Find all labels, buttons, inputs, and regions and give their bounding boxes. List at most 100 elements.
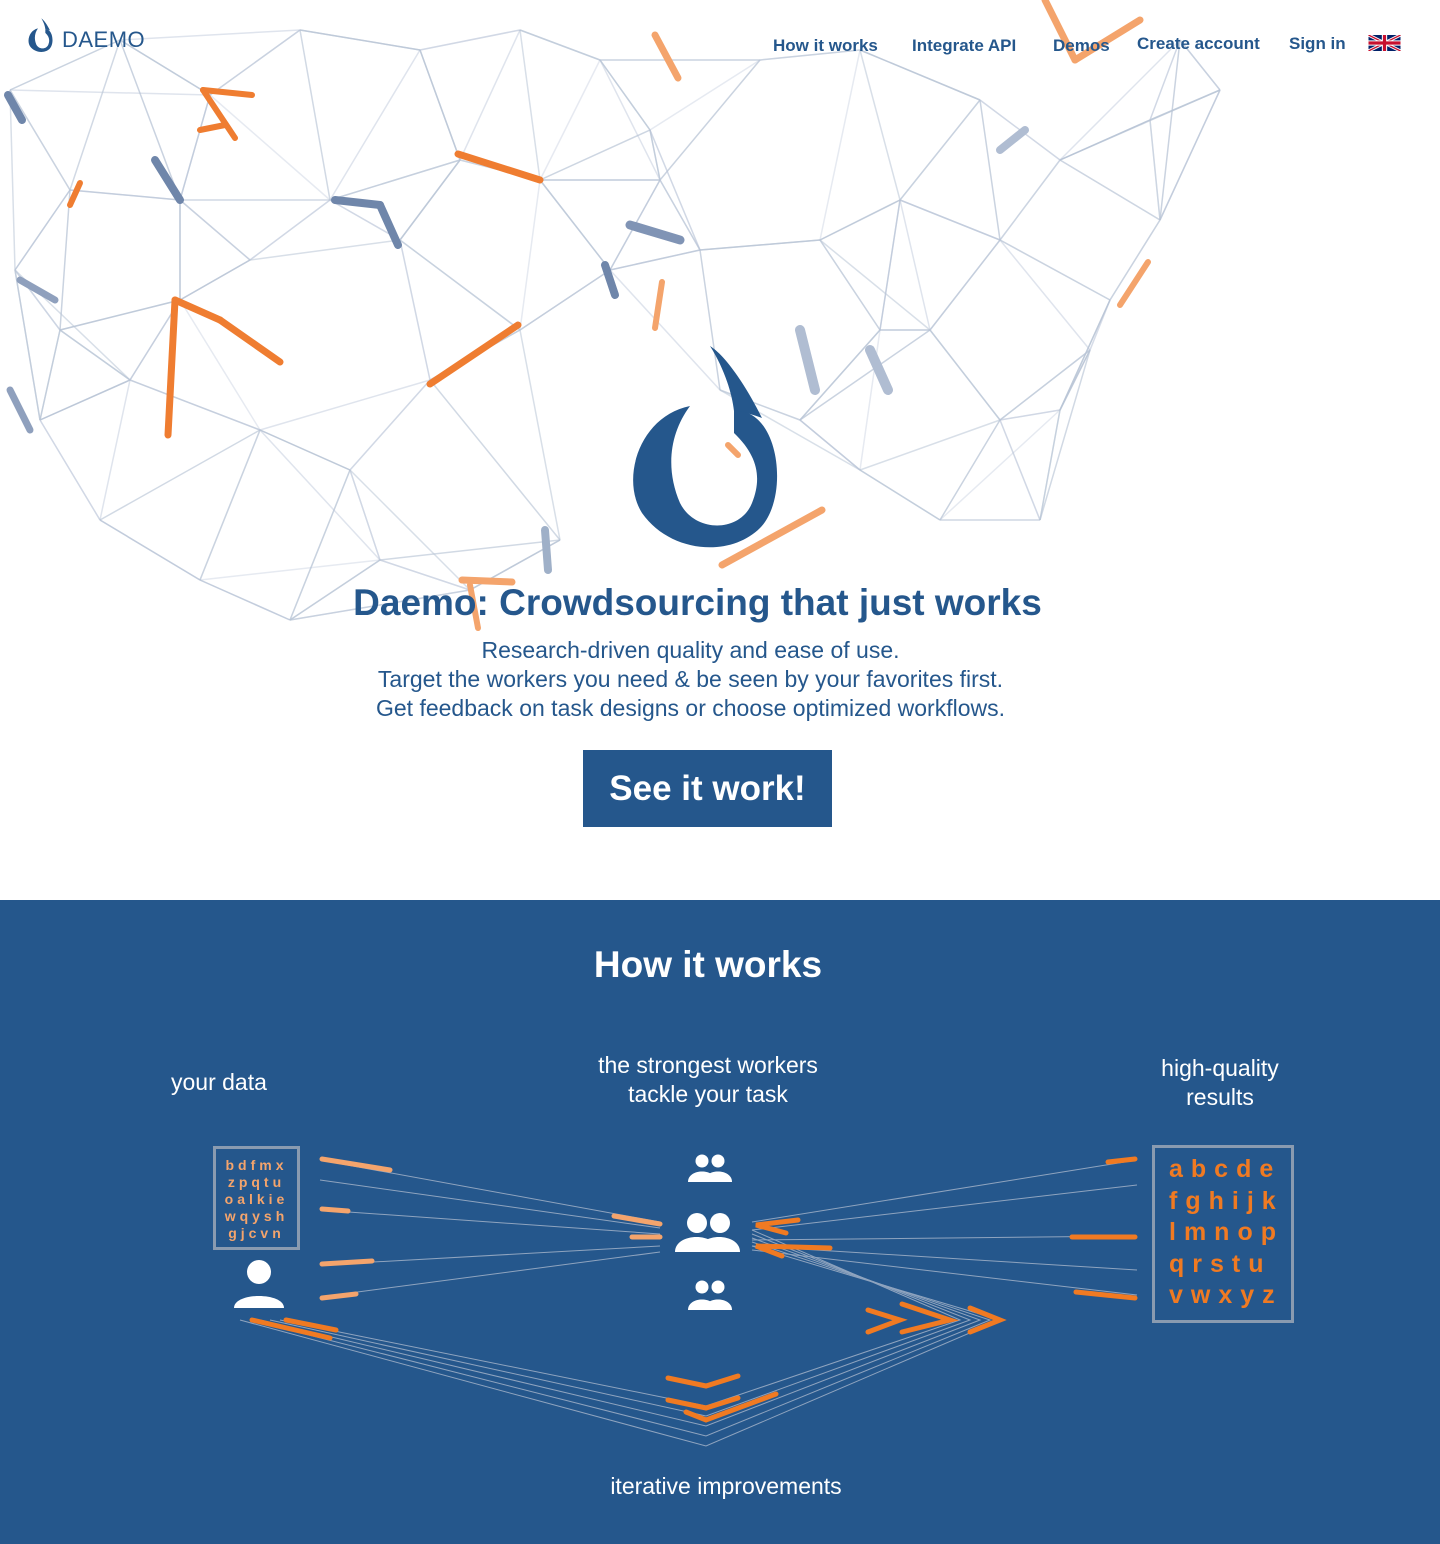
network-edge xyxy=(419,49,461,161)
results-box: abcde fghijk lmnop qrstu vwxyz xyxy=(1152,1145,1294,1323)
network-edge xyxy=(199,559,381,581)
network-edge xyxy=(519,329,561,541)
network-edge xyxy=(59,329,131,381)
network-edge xyxy=(519,269,611,331)
network-edge xyxy=(69,189,181,201)
network-edge xyxy=(999,239,1091,351)
network-edge xyxy=(819,239,881,331)
network-edge xyxy=(399,239,431,381)
network-edge xyxy=(349,469,471,591)
data-flow-marks xyxy=(319,1156,663,1301)
results-label-line: results xyxy=(1186,1084,1254,1110)
network-edge xyxy=(819,239,931,331)
network-edge xyxy=(39,329,61,421)
network-edge xyxy=(539,179,611,271)
network-edge xyxy=(199,429,261,581)
network-highlight-edge xyxy=(541,526,552,574)
workers-label-line: the strongest workers xyxy=(598,1052,818,1078)
network-edge xyxy=(799,419,861,471)
network-edge xyxy=(259,379,431,431)
network-edge xyxy=(1149,119,1161,221)
network-edge xyxy=(1039,349,1091,521)
network-edge xyxy=(59,189,71,331)
network-edge xyxy=(539,59,601,181)
network-edge xyxy=(209,94,331,201)
network-edge xyxy=(979,99,1001,241)
network-edge xyxy=(819,49,861,241)
network-edge xyxy=(609,249,701,271)
network-edge xyxy=(599,59,651,131)
network-edge xyxy=(259,429,381,561)
network-edge xyxy=(519,179,541,331)
network-edge xyxy=(899,99,981,201)
results-label: high-quality results xyxy=(1140,1054,1300,1112)
network-edge xyxy=(999,239,1111,301)
network-edge xyxy=(119,39,181,201)
network-edge xyxy=(399,159,461,241)
user-icon xyxy=(234,1260,284,1308)
data-box: bdfmx zpqtu oalkie wqysh gjcvn xyxy=(213,1146,300,1250)
workers-label-line: tackle your task xyxy=(628,1081,788,1107)
iterative-improvements-label: iterative improvements xyxy=(610,1473,842,1499)
network-edge xyxy=(999,349,1091,421)
results-label-line: high-quality xyxy=(1161,1055,1279,1081)
results-box-row: fghijk xyxy=(1169,1186,1284,1215)
network-highlight-edge xyxy=(376,201,402,249)
hero-subtitle-line: Get feedback on task designs or choose o… xyxy=(376,695,1005,721)
network-edge xyxy=(879,199,901,331)
network-edge xyxy=(929,239,1001,331)
connector-lines-right xyxy=(751,1159,1138,1296)
network-edge xyxy=(259,429,351,471)
network-edge xyxy=(99,379,131,521)
network-edge xyxy=(14,189,71,271)
network-edge xyxy=(859,49,901,201)
network-edge xyxy=(649,129,661,181)
network-edge xyxy=(899,199,931,331)
network-edge xyxy=(799,329,931,421)
nav-sign-in[interactable]: Sign in xyxy=(1289,34,1346,54)
network-highlight-edge xyxy=(197,122,228,133)
network-edge xyxy=(379,539,561,561)
hero-subtitle-line: Research-driven quality and ease of use. xyxy=(481,637,900,663)
data-box-row: bdfmx xyxy=(225,1157,288,1173)
daemo-hero-logo-icon xyxy=(633,346,778,548)
network-lines xyxy=(9,29,1221,621)
network-edge xyxy=(99,519,201,581)
see-it-work-button[interactable]: See it work! xyxy=(583,750,832,827)
nav-integrate-api[interactable]: Integrate API xyxy=(912,36,1016,56)
network-edge xyxy=(39,379,131,421)
network-edge xyxy=(1159,89,1221,221)
network-highlight-edge xyxy=(454,150,544,184)
network-edge xyxy=(939,409,1061,521)
group-icon xyxy=(675,1213,740,1252)
network-edge xyxy=(9,89,211,96)
network-highlight-edge xyxy=(216,316,284,366)
group-icon xyxy=(688,1154,732,1182)
network-edge xyxy=(929,329,1001,421)
network-edge xyxy=(859,469,941,521)
network-edge xyxy=(999,159,1061,241)
results-box-row: vwxyz xyxy=(1169,1281,1283,1309)
network-edge xyxy=(179,94,211,201)
result-flow-marks xyxy=(249,1156,1138,1423)
nav-demos[interactable]: Demos xyxy=(1053,36,1110,56)
nav-create-account[interactable]: Create account xyxy=(1137,34,1260,54)
network-edge xyxy=(429,379,561,541)
nav-how-it-works[interactable]: How it works xyxy=(773,36,878,56)
network-edge xyxy=(1109,219,1161,301)
results-box-row: abcde xyxy=(1169,1155,1282,1183)
network-edge xyxy=(699,239,821,251)
network-edge xyxy=(329,49,421,201)
network-highlight-edge xyxy=(164,296,179,439)
results-box-row: qrstu xyxy=(1169,1249,1272,1278)
network-highlight-edge xyxy=(426,321,522,388)
uk-flag-icon[interactable] xyxy=(1368,35,1401,51)
network-highlight-edge xyxy=(1117,259,1151,308)
hero-title: Daemo: Crowdsourcing that just works xyxy=(353,582,1042,623)
data-box-row: gjcvn xyxy=(228,1225,285,1241)
data-box-row: zpqtu xyxy=(227,1174,286,1190)
network-edge xyxy=(899,199,1001,241)
network-edge xyxy=(819,199,901,241)
network-edge xyxy=(859,419,1001,471)
network-edge xyxy=(179,259,251,301)
